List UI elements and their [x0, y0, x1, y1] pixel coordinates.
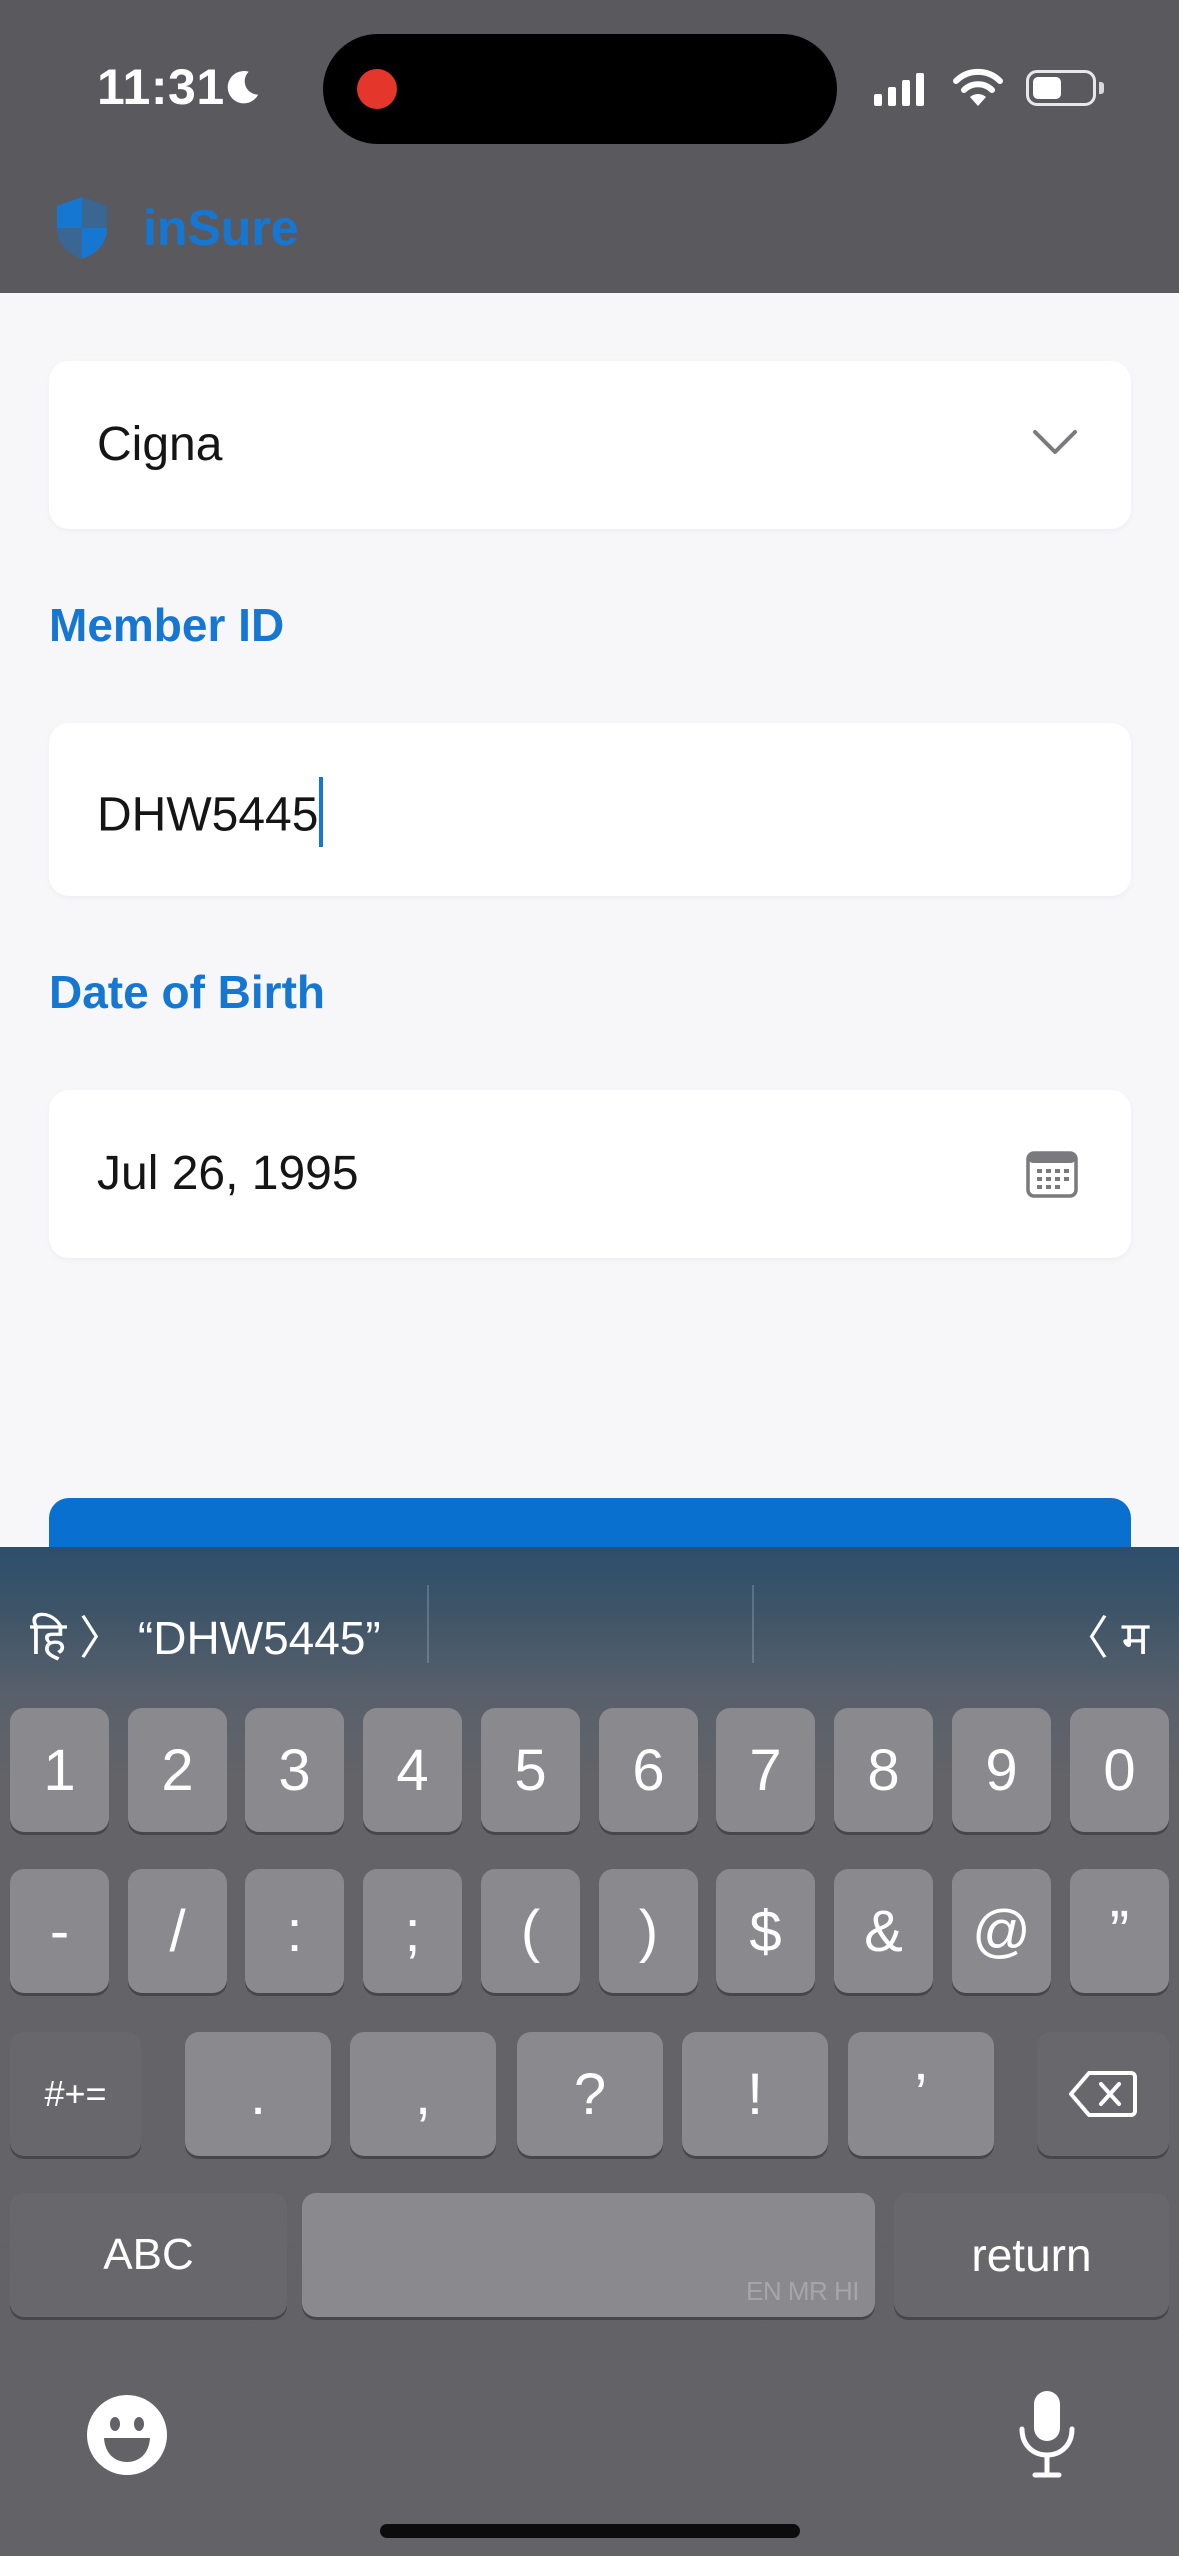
top-bar: 11:31 inSure: [0, 0, 1179, 293]
key-3[interactable]: 3: [245, 1708, 344, 1832]
key-5[interactable]: 5: [481, 1708, 580, 1832]
status-icons: [874, 66, 1104, 110]
backspace-icon: [1069, 2071, 1137, 2117]
key-8[interactable]: 8: [834, 1708, 933, 1832]
key-colon[interactable]: :: [245, 1869, 344, 1993]
key-open-paren[interactable]: (: [481, 1869, 580, 1993]
cellular-signal-icon: [874, 70, 924, 106]
space-key[interactable]: EN MR HI: [302, 2193, 875, 2317]
key-question[interactable]: ?: [517, 2032, 663, 2156]
key-1[interactable]: 1: [10, 1708, 109, 1832]
suggestion-divider: [752, 1585, 754, 1663]
key-hyphen[interactable]: -: [10, 1869, 109, 1993]
calendar-icon[interactable]: [1026, 1150, 1078, 1198]
app-brand: inSure: [53, 195, 299, 261]
space-language-label: EN MR HI: [746, 2276, 860, 2306]
suggestion-divider: [427, 1585, 429, 1663]
microphone-icon[interactable]: [1016, 2389, 1078, 2479]
suggestion-right[interactable]: 〈 म: [1063, 1602, 1149, 1668]
key-0[interactable]: 0: [1070, 1708, 1169, 1832]
text-cursor: [319, 777, 324, 847]
key-comma[interactable]: ,: [350, 2032, 496, 2156]
provider-value: Cigna: [97, 418, 223, 471]
symbols-switch-key[interactable]: #+=: [10, 2032, 141, 2156]
abc-key[interactable]: ABC: [10, 2193, 287, 2317]
insurance-provider-select[interactable]: Cigna: [49, 361, 1131, 529]
battery-cap: [1099, 82, 1104, 94]
dynamic-island: [323, 34, 837, 144]
status-time: 11:31: [97, 59, 225, 115]
member-id-field[interactable]: DHW5445: [49, 723, 1131, 896]
member-id-text: DHW5445: [97, 788, 319, 842]
key-close-paren[interactable]: ): [599, 1869, 698, 1993]
key-apostrophe[interactable]: ’: [848, 2032, 994, 2156]
key-dollar[interactable]: $: [716, 1869, 815, 1993]
shield-icon: [57, 197, 107, 259]
battery-icon: [1026, 70, 1096, 106]
key-4[interactable]: 4: [363, 1708, 462, 1832]
keyboard: हि 〉 “DHW5445” 〈 म 1 2 3 4 5 6 7 8 9 0 -…: [0, 1547, 1179, 2556]
app-name: inSure: [143, 200, 299, 256]
suggestion-left[interactable]: हि 〉 “DHW5445”: [30, 1602, 381, 1668]
key-at[interactable]: @: [952, 1869, 1051, 1993]
key-exclamation[interactable]: !: [682, 2032, 828, 2156]
key-7[interactable]: 7: [716, 1708, 815, 1832]
key-slash[interactable]: /: [128, 1869, 227, 1993]
member-id-label: Member ID: [49, 599, 285, 651]
wifi-icon: [953, 68, 1003, 106]
key-ampersand[interactable]: &: [834, 1869, 933, 1993]
backspace-key[interactable]: [1037, 2032, 1169, 2156]
chevron-down-icon: [1033, 430, 1077, 454]
member-id-value: DHW5445: [97, 777, 324, 853]
key-period[interactable]: .: [185, 2032, 331, 2156]
emoji-icon[interactable]: [86, 2394, 168, 2476]
moon-icon: [227, 71, 259, 104]
key-2[interactable]: 2: [128, 1708, 227, 1832]
key-semicolon[interactable]: ;: [363, 1869, 462, 1993]
date-of-birth-label: Date of Birth: [49, 966, 325, 1018]
key-quote[interactable]: ”: [1070, 1869, 1169, 1993]
date-of-birth-field[interactable]: Jul 26, 1995: [49, 1090, 1131, 1258]
recording-indicator: [357, 69, 397, 109]
date-of-birth-value: Jul 26, 1995: [97, 1147, 359, 1200]
key-6[interactable]: 6: [599, 1708, 698, 1832]
return-key[interactable]: return: [894, 2193, 1169, 2317]
key-9[interactable]: 9: [952, 1708, 1051, 1832]
home-indicator: [380, 2524, 800, 2538]
